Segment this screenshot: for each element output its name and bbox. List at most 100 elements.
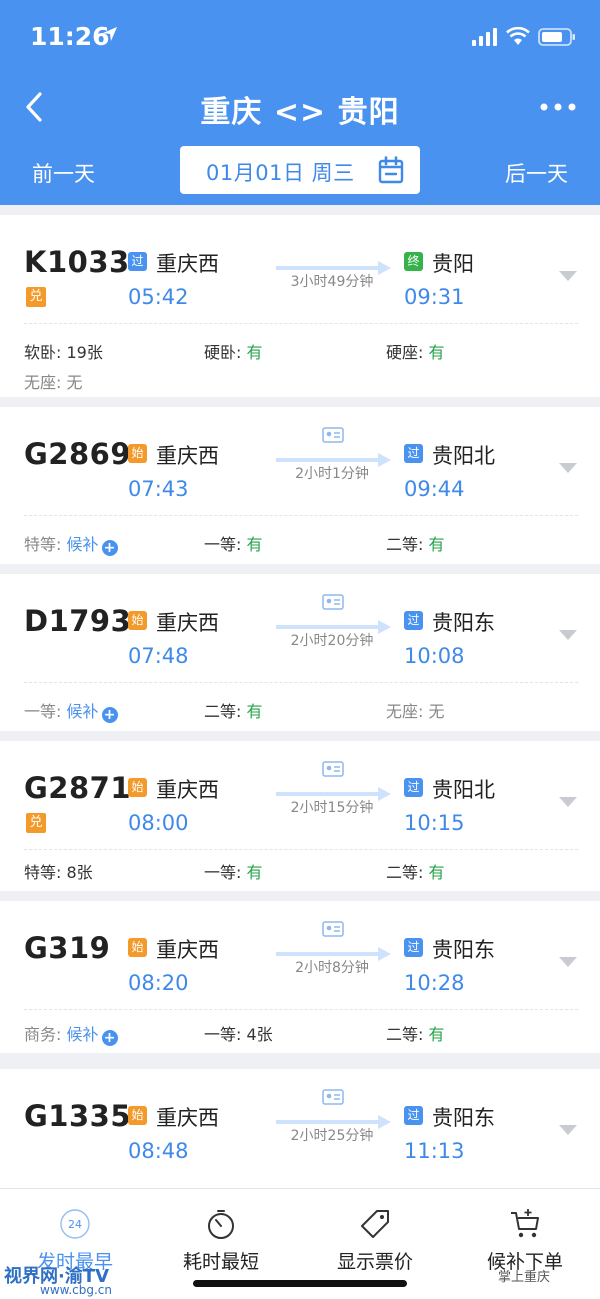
tab-show-price[interactable]: 显示票价 xyxy=(300,1207,450,1274)
origin-tag: 始 xyxy=(128,778,147,797)
battery-icon xyxy=(538,28,575,46)
divider xyxy=(24,1009,578,1010)
departure-time: 07:43 xyxy=(128,477,189,501)
train-number: K1033 xyxy=(24,245,130,279)
id-card-icon xyxy=(322,1089,344,1105)
stopwatch-icon xyxy=(208,1210,234,1239)
chevron-down-icon[interactable] xyxy=(558,1124,578,1136)
pass-through-tag: 过 xyxy=(128,252,147,271)
pass-through-tag: 过 xyxy=(404,1106,423,1125)
route-title: 重庆 <> 贵阳 xyxy=(200,95,400,130)
departure-station: 重庆西 xyxy=(156,1106,219,1130)
arrival-time: 10:28 xyxy=(404,971,465,995)
origin-tag: 始 xyxy=(128,938,147,957)
departure-time: 08:20 xyxy=(128,971,189,995)
seat-item: 二等: 有 xyxy=(204,702,263,721)
status-time: 11:26 xyxy=(30,22,110,51)
train-card[interactable]: K1033 兑 过 重庆西 05:42 3小时49分钟 终 贵阳 09:31 软… xyxy=(0,215,600,397)
seat-item[interactable]: 特等: 候补 + xyxy=(24,531,118,556)
price-tag-icon xyxy=(361,1210,389,1238)
train-card[interactable]: D1793 始 重庆西 07:48 2小时20分钟 过 贵阳东 10:08 一等… xyxy=(0,574,600,731)
svg-text:24: 24 xyxy=(68,1218,82,1231)
id-card-icon xyxy=(322,594,344,610)
chevron-down-icon[interactable] xyxy=(558,629,578,641)
arrival-station: 贵阳东 xyxy=(432,1106,495,1130)
divider xyxy=(24,682,578,683)
cellular-signal-icon xyxy=(472,28,497,46)
train-number: G2869 xyxy=(24,437,132,471)
header: 11:26 重庆 <> 贵阳 前一天 01月01日 周三 后一天 xyxy=(0,0,600,205)
pass-through-tag: 过 xyxy=(404,611,423,630)
divider xyxy=(24,515,578,516)
pass-through-tag: 过 xyxy=(404,444,423,463)
duration: 2小时15分钟 xyxy=(290,800,374,816)
tab-label: 显示票价 xyxy=(336,1251,413,1273)
location-arrow-icon xyxy=(103,27,117,41)
duration: 2小时1分钟 xyxy=(295,466,369,482)
watermark-url: www.cbg.cn xyxy=(40,1283,113,1297)
train-number: G319 xyxy=(24,931,111,965)
arrival-time: 11:13 xyxy=(404,1139,465,1163)
tab-waitlist-order[interactable]: 候补下单 xyxy=(450,1207,600,1274)
duration: 2小时25分钟 xyxy=(290,1128,374,1144)
train-number: D1793 xyxy=(24,604,132,638)
train-card[interactable]: G1335 始 重庆西 08:48 2小时25分钟 过 贵阳东 11:13 xyxy=(0,1069,600,1193)
chevron-down-icon[interactable] xyxy=(558,796,578,808)
pass-through-tag: 过 xyxy=(404,778,423,797)
seat-item[interactable]: 商务: 候补 + xyxy=(24,1021,118,1046)
origin-tag: 始 xyxy=(128,611,147,630)
seat-item: 无座: 无 xyxy=(24,373,83,392)
add-waitlist-icon[interactable]: + xyxy=(101,540,118,556)
seat-item: 二等: 有 xyxy=(386,863,445,882)
duration: 3小时49分钟 xyxy=(290,274,374,290)
more-options-icon[interactable] xyxy=(540,103,576,111)
seat-item: 一等: 有 xyxy=(204,535,263,554)
calendar-icon xyxy=(378,156,404,184)
exchange-badge: 兑 xyxy=(26,813,46,833)
seat-item: 硬卧: 有 xyxy=(204,343,263,362)
tab-shortest-duration[interactable]: 耗时最短 xyxy=(146,1207,296,1274)
date-text: 01月01日 周三 xyxy=(206,161,355,185)
add-waitlist-icon[interactable]: + xyxy=(101,1030,118,1046)
watermark-account: 掌上重庆 xyxy=(498,1270,551,1285)
train-card[interactable]: G2869 始 重庆西 07:43 2小时1分钟 过 贵阳北 09:44 特等:… xyxy=(0,407,600,564)
arrival-time: 10:08 xyxy=(404,644,465,668)
chevron-down-icon[interactable] xyxy=(558,956,578,968)
exchange-badge: 兑 xyxy=(26,287,46,307)
departure-time: 05:42 xyxy=(128,285,189,309)
arrival-station: 贵阳北 xyxy=(432,778,495,802)
date-picker[interactable]: 01月01日 周三 xyxy=(180,146,420,194)
departure-time: 08:00 xyxy=(128,811,189,835)
id-card-icon xyxy=(322,427,344,443)
tab-label: 耗时最短 xyxy=(182,1251,259,1273)
chevron-down-icon[interactable] xyxy=(558,270,578,282)
home-indicator[interactable] xyxy=(193,1280,407,1287)
arrival-time: 09:44 xyxy=(404,477,465,501)
next-day-button[interactable]: 后一天 xyxy=(505,158,568,188)
train-number: G2871 xyxy=(24,771,132,805)
cart-plus-icon xyxy=(511,1209,539,1238)
train-number: G1335 xyxy=(24,1099,132,1133)
arrival-station: 贵阳 xyxy=(432,252,474,276)
train-card[interactable]: G319 始 重庆西 08:20 2小时8分钟 过 贵阳东 10:28 商务: … xyxy=(0,901,600,1053)
seat-item: 二等: 有 xyxy=(386,535,445,554)
arrival-time: 09:31 xyxy=(404,285,465,309)
departure-station: 重庆西 xyxy=(156,252,219,276)
duration: 2小时20分钟 xyxy=(290,633,374,649)
chevron-down-icon[interactable] xyxy=(558,462,578,474)
terminal-tag: 终 xyxy=(404,252,423,271)
pass-through-tag: 过 xyxy=(404,938,423,957)
seat-item: 无座: 无 xyxy=(386,702,445,721)
prev-day-button[interactable]: 前一天 xyxy=(32,158,95,188)
seat-item[interactable]: 一等: 候补 + xyxy=(24,698,118,723)
add-waitlist-icon[interactable]: + xyxy=(101,707,118,723)
seat-item: 二等: 有 xyxy=(386,1025,445,1044)
train-card[interactable]: G2871 兑 始 重庆西 08:00 2小时15分钟 过 贵阳北 10:15 … xyxy=(0,741,600,891)
id-card-icon xyxy=(322,921,344,937)
seat-item: 特等: 8张 xyxy=(24,863,93,882)
arrival-station: 贵阳东 xyxy=(432,938,495,962)
arrival-time: 10:15 xyxy=(404,811,465,835)
seat-item: 硬座: 有 xyxy=(386,343,445,362)
divider xyxy=(24,323,578,324)
seat-item: 一等: 4张 xyxy=(204,1025,273,1044)
